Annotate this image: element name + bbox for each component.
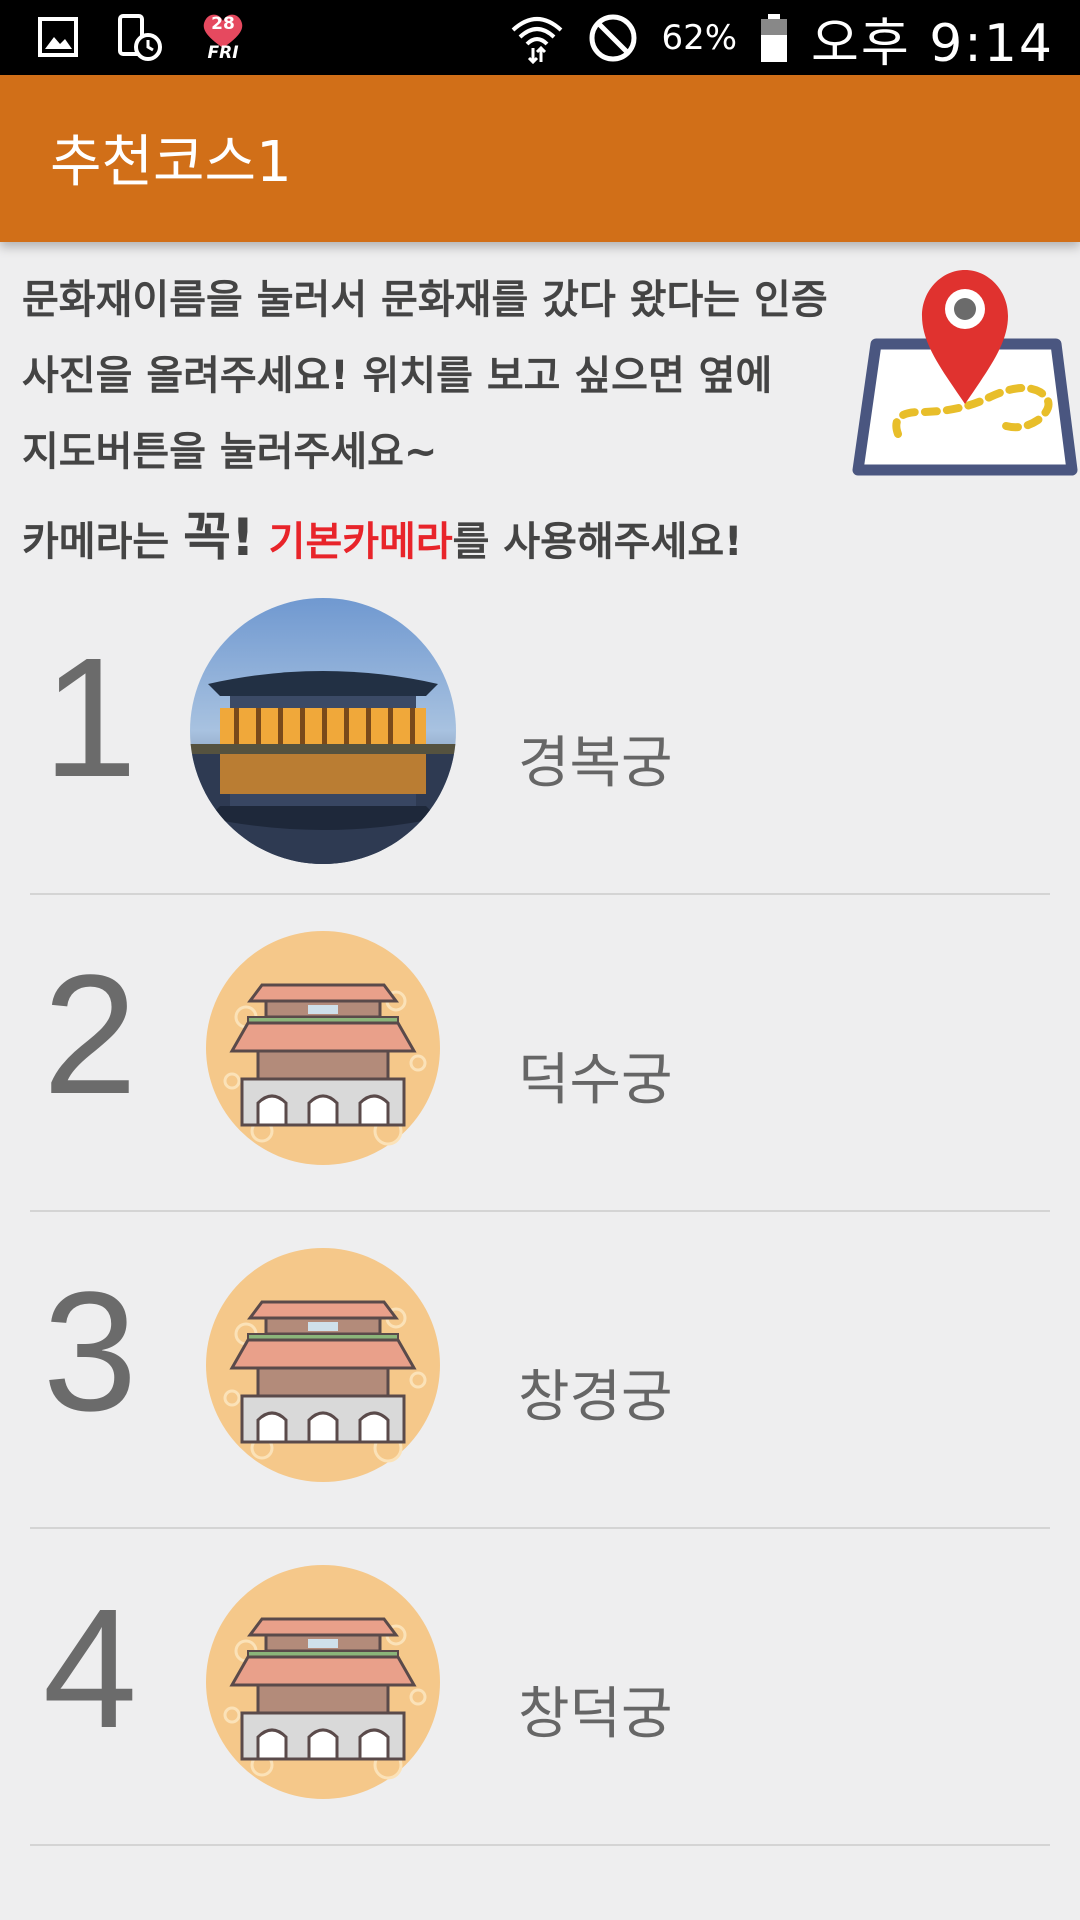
calendar-day: 28 — [211, 14, 235, 34]
instruction-line-2: 사진을 올려주세요! 위치를 보고 싶으면 옆에 — [22, 353, 773, 399]
clock: 오후 9:14 — [811, 13, 1054, 74]
divider — [30, 1844, 1050, 1846]
calendar-weekday: FRI — [207, 43, 239, 63]
page-title: 추천코스1 — [50, 130, 292, 195]
course-row-4[interactable]: 4 창덕궁 — [0, 1529, 1080, 1846]
course-list: 1 경복궁 2 덕수궁 3 창경궁 4 창덕궁 — [0, 578, 1080, 1846]
course-row-2[interactable]: 2 덕수궁 — [0, 895, 1080, 1212]
palace-icon[interactable] — [188, 913, 458, 1183]
instruction-line-3: 지도버튼을 눌러주세요~ — [22, 429, 438, 475]
instruction-text: 카메라는 — [22, 519, 184, 565]
instruction-emphasis: 꼭! — [183, 508, 255, 568]
map-pin-icon[interactable] — [850, 262, 1080, 482]
wifi-icon — [512, 17, 563, 64]
course-number: 4 — [42, 1574, 138, 1764]
instructions-text: 문화재이름을 눌러서 문화재를 갔다 왔다는 인증 사진을 올려주세요! 위치를… — [22, 262, 862, 578]
instruction-line-1: 문화재이름을 눌러서 문화재를 갔다 왔다는 인증 — [22, 277, 828, 323]
image-icon — [38, 17, 78, 57]
default-camera-highlight: 기본카메라 — [268, 519, 453, 565]
course-name[interactable]: 경복궁 — [518, 718, 673, 799]
instruction-text-end: 를 사용해주세요! — [452, 519, 743, 565]
notification-icons: 28 FRI — [36, 10, 248, 64]
palace-icon[interactable] — [188, 1230, 458, 1500]
do-not-disturb-icon — [589, 14, 637, 62]
instruction-line-4: 카메라는 꼭! 기본카메라를 사용해주세요! — [22, 498, 862, 578]
course-number: 3 — [42, 1257, 138, 1447]
status-bar: 28 FRI 62% 오후 9:14 — [0, 0, 1080, 75]
course-name[interactable]: 덕수궁 — [518, 1035, 673, 1116]
battery-percent: 62% — [661, 18, 738, 58]
course-row-1[interactable]: 1 경복궁 — [0, 578, 1080, 895]
battery-icon — [761, 14, 788, 62]
course-name[interactable]: 창경궁 — [518, 1352, 673, 1433]
course-name[interactable]: 창덕궁 — [518, 1669, 673, 1750]
device-schedule-icon — [118, 14, 162, 61]
gyeongbokgung-photo[interactable] — [188, 596, 458, 866]
palace-icon[interactable] — [188, 1547, 458, 1817]
app-bar: 추천코스1 — [0, 75, 1080, 242]
course-number: 1 — [42, 623, 138, 813]
course-number: 2 — [42, 940, 138, 1130]
course-row-3[interactable]: 3 창경궁 — [0, 1212, 1080, 1529]
instruction-space — [255, 519, 269, 565]
system-icons: 62% 오후 9:14 — [509, 8, 1054, 74]
calendar-heart-icon: 28 FRI — [198, 10, 248, 64]
